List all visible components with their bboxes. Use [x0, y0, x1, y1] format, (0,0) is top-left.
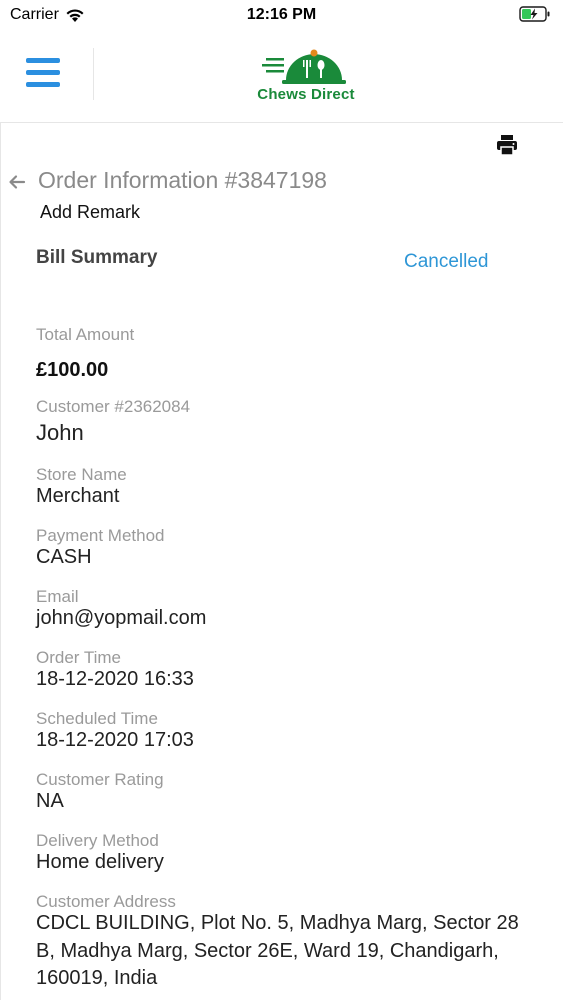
- customer-address-value: CDCL BUILDING, Plot No. 5, Madhya Marg, …: [36, 912, 519, 989]
- bill-summary-heading: Bill Summary: [36, 247, 158, 268]
- customer-rating-value: NA: [36, 790, 64, 812]
- order-time-value: 18-12-2020 16:33: [36, 668, 194, 690]
- scheduled-time-value: 18-12-2020 17:03: [36, 729, 194, 751]
- store-name-label: Store Name: [36, 465, 127, 484]
- brand-logo: Chews Direct: [246, 46, 366, 108]
- logo-text: Chews Direct: [257, 86, 355, 103]
- battery-charging-icon: [519, 6, 550, 22]
- status-bar: Carrier 12:16 PM: [0, 0, 563, 30]
- delivery-method-label: Delivery Method: [36, 831, 159, 850]
- total-amount-label: Total Amount: [36, 325, 135, 344]
- clock: 12:16 PM: [246, 6, 317, 23]
- add-remark-link[interactable]: Add Remark: [40, 202, 140, 223]
- order-title: Order Information #3847198: [38, 167, 327, 193]
- print-button[interactable]: [495, 133, 519, 157]
- customer-label: Customer #2362084: [36, 397, 191, 416]
- store-name-value: Merchant: [36, 485, 120, 507]
- app-header: Chews Direct: [0, 30, 563, 123]
- hamburger-line: [26, 82, 60, 87]
- email-label: Email: [36, 587, 79, 606]
- customer-address-label: Customer Address: [36, 892, 176, 911]
- content-left-border: [0, 123, 1, 1000]
- cloche-logo-icon: [262, 49, 346, 84]
- header-divider: [93, 48, 94, 100]
- back-button[interactable]: [7, 172, 27, 192]
- printer-icon: [497, 135, 517, 156]
- hamburger-menu-icon: [26, 58, 60, 63]
- hamburger-line: [26, 70, 60, 75]
- order-time-label: Order Time: [36, 648, 122, 667]
- email-value: john@yopmail.com: [36, 607, 207, 629]
- customer-name-value: John: [36, 420, 84, 445]
- arrow-left-icon: [9, 175, 26, 189]
- total-amount-value: £100.00: [36, 359, 109, 381]
- payment-method-label: Payment Method: [36, 526, 165, 545]
- delivery-method-value: Home delivery: [36, 851, 164, 873]
- payment-method-value: CASH: [36, 546, 92, 568]
- menu-button[interactable]: [26, 58, 60, 90]
- scheduled-time-label: Scheduled Time: [36, 709, 158, 728]
- order-status-badge: Cancelled: [404, 251, 489, 272]
- customer-rating-label: Customer Rating: [36, 770, 164, 789]
